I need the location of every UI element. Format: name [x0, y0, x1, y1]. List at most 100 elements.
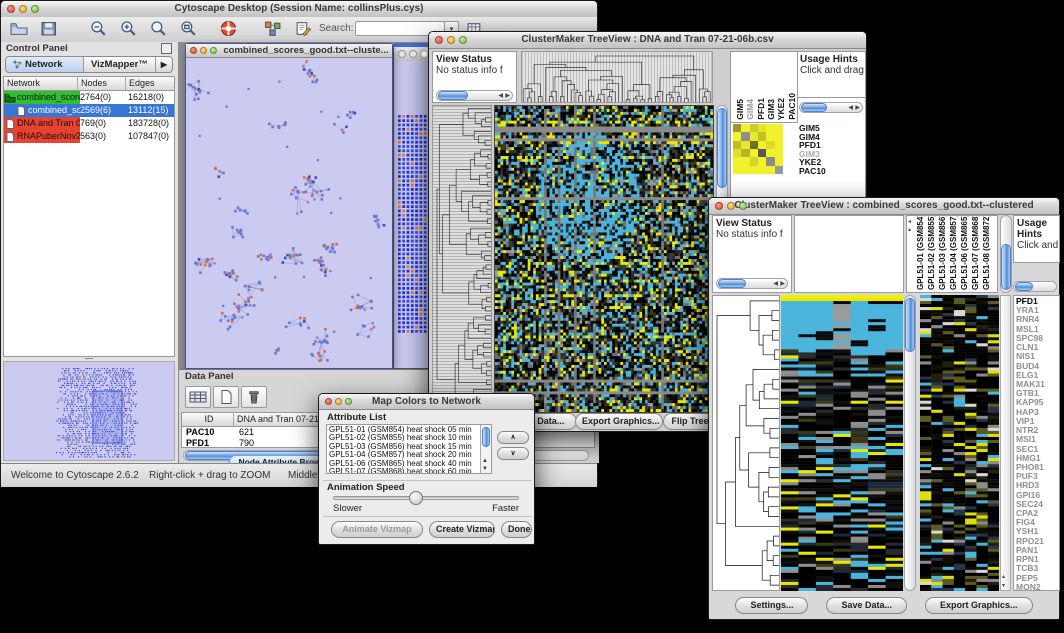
scrollbar-thumb[interactable]: [905, 298, 915, 352]
column-label[interactable]: GPL51-07 (GSM868): [971, 215, 980, 290]
summary-cell[interactable]: [741, 124, 749, 132]
summary-cell[interactable]: [758, 124, 766, 132]
zoom-window-icon[interactable]: [420, 50, 428, 58]
float-panel-icon[interactable]: [161, 43, 172, 54]
close-icon[interactable]: [398, 50, 406, 58]
scroll-down-icon[interactable]: ▾: [1002, 582, 1005, 589]
summary-cell[interactable]: [733, 157, 741, 165]
zoom-in-icon[interactable]: [119, 20, 139, 37]
summary-cell[interactable]: [750, 132, 758, 140]
minimize-icon[interactable]: [409, 50, 417, 58]
animation-slider-thumb[interactable]: [409, 491, 423, 505]
summary-cell[interactable]: [775, 149, 783, 157]
close-icon[interactable]: [7, 5, 15, 13]
summary-cell[interactable]: [758, 149, 766, 157]
treeview2-hints-hscrollbar[interactable]: [1013, 281, 1057, 292]
table-icon[interactable]: [185, 386, 211, 408]
summary-cell[interactable]: [741, 132, 749, 140]
treeview2-titlebar[interactable]: ClusterMaker TreeView : combined_scores_…: [709, 198, 1059, 215]
summary-cell[interactable]: [750, 124, 758, 132]
close-icon[interactable]: [715, 202, 723, 210]
column-label[interactable]: GIM4: [745, 99, 755, 120]
network-list-row[interactable]: combined_sco2569(6)13112(15): [4, 104, 174, 117]
summary-cell[interactable]: [750, 166, 758, 174]
tab-overflow-arrow[interactable]: ▶: [156, 57, 172, 72]
scrollbar-thumb[interactable]: [801, 103, 827, 112]
trash-icon[interactable]: [241, 386, 267, 408]
scroll-left-icon[interactable]: ◀: [773, 279, 778, 289]
scrollbar-thumb[interactable]: [1015, 282, 1033, 291]
treeview1-status-hscrollbar[interactable]: ◀▶: [436, 90, 513, 101]
done-button[interactable]: Done: [501, 521, 532, 538]
row-dendrogram-svg[interactable]: [713, 296, 779, 590]
attribute-item[interactable]: GPL51-07 (GSM868) heat shock 60 min: [329, 468, 480, 474]
summary-cell[interactable]: [775, 132, 783, 140]
summary-cell[interactable]: [766, 166, 774, 174]
scroll-down-icon[interactable]: ▼: [482, 466, 488, 472]
summary-cell[interactable]: [741, 149, 749, 157]
scrollbar-thumb[interactable]: [438, 91, 468, 100]
col-id[interactable]: ID: [182, 413, 234, 426]
scroll-left-icon[interactable]: ◀: [498, 91, 503, 101]
summary-cell[interactable]: [775, 124, 783, 132]
row-label[interactable]: PAC10: [799, 167, 865, 176]
animation-slider-track[interactable]: [333, 496, 519, 500]
minimize-icon[interactable]: [447, 36, 455, 44]
treeview2-vscrollbar[interactable]: [904, 295, 916, 591]
zoom-window-icon[interactable]: [345, 398, 352, 405]
treeview1-titlebar[interactable]: ClusterMaker TreeView : DNA and Tran 07-…: [429, 32, 866, 49]
summary-cell[interactable]: [741, 166, 749, 174]
close-icon[interactable]: [325, 398, 332, 405]
treeview2-zoom-heatmap[interactable]: [920, 295, 999, 591]
summary-cell[interactable]: [758, 132, 766, 140]
column-label[interactable]: GIM5: [735, 99, 745, 120]
zoom-out-icon[interactable]: [89, 20, 109, 37]
summary-cell[interactable]: [766, 132, 774, 140]
scrollbar-thumb[interactable]: [718, 279, 746, 288]
save-icon[interactable]: [39, 20, 59, 37]
vizmapper-icon[interactable]: [263, 20, 283, 37]
minimize-icon[interactable]: [200, 47, 207, 54]
minimize-icon[interactable]: [727, 202, 735, 210]
new-document-icon[interactable]: [213, 386, 239, 408]
treeview2-zoom-vscrollbar[interactable]: ▴ ▾: [1000, 295, 1011, 591]
summary-cell[interactable]: [750, 149, 758, 157]
network-list-row[interactable]: RNAPuberNov2+563(0)107847(0): [4, 130, 174, 143]
summary-cell[interactable]: [766, 149, 774, 157]
zoom-window-icon[interactable]: [459, 36, 467, 44]
summary-cell[interactable]: [750, 157, 758, 165]
summary-cell[interactable]: [733, 132, 741, 140]
summary-cell[interactable]: [750, 141, 758, 149]
minimize-icon[interactable]: [335, 398, 342, 405]
column-label[interactable]: GPL51-02 (GSM855): [927, 215, 936, 290]
network-list-row[interactable]: combined_scores_2764(0)16218(0): [4, 91, 174, 104]
summary-cell[interactable]: [758, 141, 766, 149]
summary-cell[interactable]: [766, 141, 774, 149]
column-label[interactable]: GPL51-06 (GSM865): [960, 215, 969, 290]
attribute-listbox[interactable]: GPL51-01 (GSM854) heat shock 05 minGPL51…: [326, 424, 492, 474]
scroll-up-icon[interactable]: ▴: [1002, 573, 1005, 580]
close-icon[interactable]: [190, 47, 197, 54]
close-icon[interactable]: [435, 36, 443, 44]
settings--button[interactable]: Settings...: [735, 597, 808, 614]
export-graphics--button[interactable]: Export Graphics...: [925, 597, 1033, 614]
minimize-icon[interactable]: [19, 5, 27, 13]
summary-cell[interactable]: [733, 149, 741, 157]
treeview1-hints-hscrollbar[interactable]: ◀▶: [799, 102, 863, 113]
treeview2-labels-vscrollbar[interactable]: [1000, 215, 1012, 293]
column-label[interactable]: GIM3: [766, 99, 776, 120]
scrollbar-thumb[interactable]: [1001, 244, 1011, 290]
column-label[interactable]: GPL51-01 (GSM854): [916, 215, 925, 290]
summary-cell[interactable]: [758, 166, 766, 174]
scroll-right-icon[interactable]: ▶: [780, 279, 785, 289]
treeview1-heatmap[interactable]: [494, 105, 714, 413]
column-label[interactable]: PAC10: [787, 93, 797, 120]
treeview1-column-dendrogram[interactable]: [521, 51, 713, 103]
summary-cell[interactable]: [758, 157, 766, 165]
annotation-icon[interactable]: [293, 20, 313, 37]
scroll-left-icon[interactable]: ◀: [848, 103, 853, 113]
summary-cell[interactable]: [766, 157, 774, 165]
summary-cell[interactable]: [741, 157, 749, 165]
tab-vizmapper[interactable]: VizMapper™: [84, 57, 156, 72]
column-label[interactable]: YKE2: [776, 98, 786, 120]
